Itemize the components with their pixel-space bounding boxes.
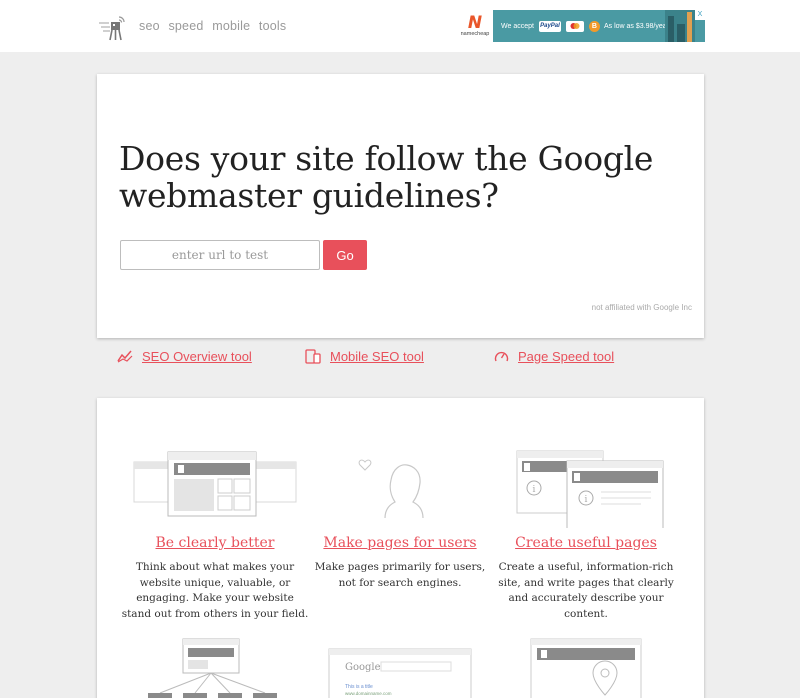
svg-text:i: i: [533, 485, 536, 495]
page-speed-link[interactable]: Page Speed tool: [518, 349, 614, 364]
svg-text:i: i: [585, 495, 588, 505]
ad-close-icon[interactable]: X: [695, 10, 705, 20]
location-pin-illustration: [530, 638, 642, 698]
search-result-illustration: Google This is a title www.domainname.co…: [328, 648, 472, 698]
ad-we-accept: We accept: [501, 22, 534, 30]
nav-tools[interactable]: tools: [259, 19, 286, 33]
url-input[interactable]: [120, 240, 320, 270]
result-url-text: www.domainname.com: [345, 691, 392, 696]
trend-chart-icon: [117, 350, 133, 363]
top-header: seo speed mobile tools N namecheap We ac…: [0, 0, 800, 52]
mobile-seo-link[interactable]: Mobile SEO tool: [330, 349, 424, 364]
result-title-text: This is a title: [345, 684, 373, 690]
brand-nav: seo speed mobile tools: [139, 19, 291, 33]
paypal-badge: PayPal: [538, 20, 561, 32]
guideline-title-2[interactable]: Make pages for users: [305, 535, 495, 551]
guideline-title-3[interactable]: Create useful pages: [491, 535, 681, 551]
guideline-text-1: Think about what makes your website uniq…: [121, 561, 309, 620]
guideline-title-1[interactable]: Be clearly better: [120, 535, 310, 551]
google-wordmark: Google: [345, 662, 381, 673]
namecheap-logo-text: namecheap: [460, 30, 490, 37]
advertisement-banner[interactable]: N namecheap We accept PayPal B As low as…: [457, 10, 705, 42]
hero-title: Does your site follow the Google webmast…: [119, 139, 654, 215]
bitcoin-icon: B: [588, 20, 600, 32]
hero-card: Does your site follow the Google webmast…: [97, 74, 704, 338]
seo-overview-link[interactable]: SEO Overview tool: [142, 349, 252, 364]
website-windows-illustration: [133, 451, 297, 517]
sitemap-tree-illustration: [148, 638, 277, 698]
guideline-text-3: Create a useful, information-rich site, …: [498, 561, 674, 620]
nav-speed[interactable]: speed: [168, 19, 203, 33]
ad-price: As low as $3.98/year: [603, 22, 669, 30]
mobile-devices-icon: [305, 348, 321, 364]
tool-mobile-seo[interactable]: Mobile SEO tool: [305, 347, 424, 365]
go-button[interactable]: Go: [323, 240, 367, 270]
nav-mobile[interactable]: mobile: [212, 19, 250, 33]
namecheap-logo-mark: N: [467, 12, 483, 33]
tool-page-speed[interactable]: Page Speed tool: [494, 347, 614, 365]
guidelines-card: Be clearly better Think about what makes…: [97, 398, 704, 698]
speedometer-icon: [494, 351, 509, 362]
user-silhouette-illustration: [358, 459, 424, 519]
robot-logo-icon[interactable]: [98, 14, 128, 42]
tool-seo-overview[interactable]: SEO Overview tool: [117, 347, 252, 365]
disclaimer-text: not affiliated with Google Inc: [591, 303, 692, 312]
credit-card-icon: [565, 20, 584, 32]
namecheap-logo: N namecheap: [457, 10, 493, 42]
ad-city-illustration: [665, 10, 695, 42]
nav-seo[interactable]: seo: [139, 19, 160, 33]
guideline-text-2: Make pages primarily for users, not for …: [314, 561, 486, 589]
info-pages-illustration: i i: [516, 450, 664, 528]
